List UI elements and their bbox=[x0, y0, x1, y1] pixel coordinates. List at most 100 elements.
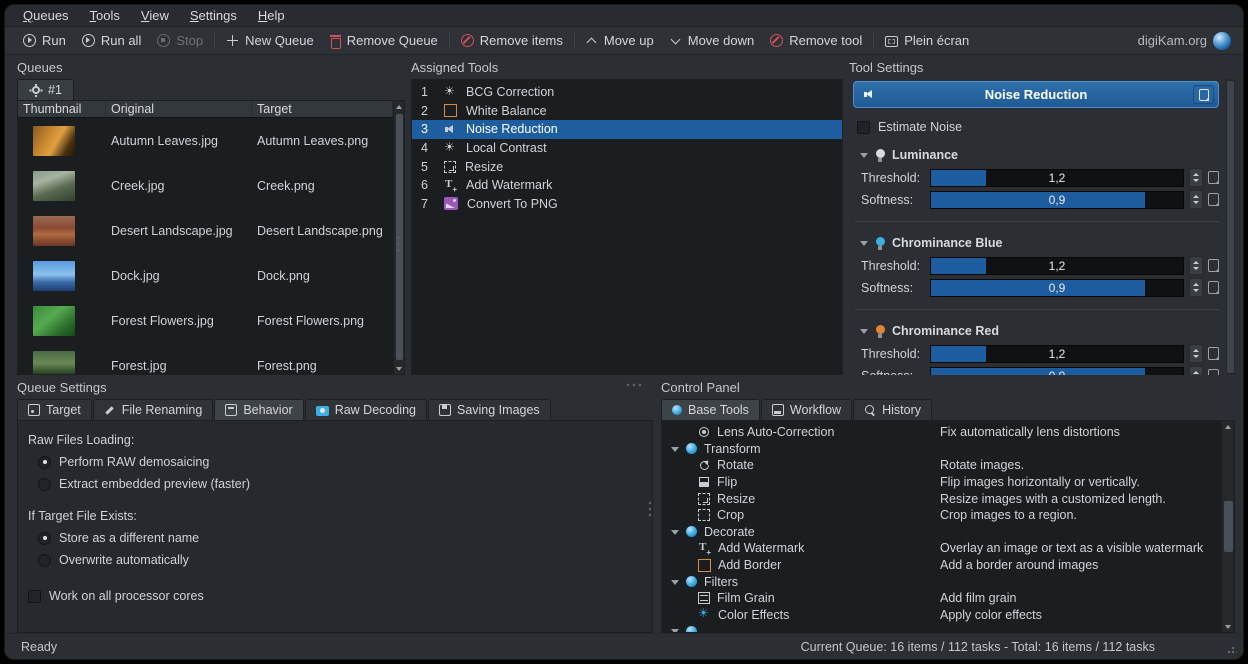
radio-button[interactable] bbox=[38, 478, 51, 491]
spinbox-arrows[interactable] bbox=[1189, 366, 1203, 375]
scrollbar-thumb[interactable] bbox=[1227, 81, 1234, 373]
scroll-up-arrow[interactable] bbox=[394, 101, 404, 112]
radio-button[interactable] bbox=[38, 554, 51, 567]
estimate-noise-row[interactable]: Estimate Noise bbox=[857, 120, 1219, 134]
move-up-button[interactable]: Move up bbox=[578, 27, 662, 54]
assigned-tool-add-watermark[interactable]: 6Add Watermark bbox=[412, 176, 842, 195]
queue-item-row-forest-jpg[interactable]: Forest.jpgForest.png bbox=[18, 343, 393, 374]
new-queue-button[interactable]: New Queue bbox=[218, 27, 322, 54]
estimate-noise-checkbox[interactable] bbox=[857, 121, 870, 134]
assigned-tool-convert-to-png[interactable]: 7Convert To PNG bbox=[412, 195, 842, 214]
radio-button[interactable] bbox=[38, 456, 51, 469]
tool-item-color-effects[interactable]: Color EffectsApply color effects bbox=[662, 607, 1220, 624]
column-header-thumbnail[interactable]: Thumbnail bbox=[18, 101, 106, 117]
scroll-down-arrow[interactable] bbox=[394, 363, 404, 374]
spin-down-icon[interactable] bbox=[1193, 355, 1199, 358]
menu-queues[interactable]: Queues bbox=[23, 8, 69, 23]
spinbox-arrows[interactable] bbox=[1189, 278, 1203, 297]
checkbox[interactable] bbox=[28, 590, 41, 603]
tab-history[interactable]: History bbox=[853, 399, 932, 420]
radio-option-store-as-a-different-name[interactable]: Store as a different name bbox=[28, 527, 652, 549]
tool-item-flip[interactable]: FlipFlip images horizontally or vertical… bbox=[662, 474, 1220, 491]
radio-button[interactable] bbox=[38, 532, 51, 545]
remove-items-button[interactable]: Remove items bbox=[453, 27, 571, 54]
spin-up-icon[interactable] bbox=[1193, 283, 1199, 286]
spinbox-arrows[interactable] bbox=[1189, 344, 1203, 363]
softness-slider[interactable]: 0,9 bbox=[930, 367, 1184, 376]
assigned-tool-white-balance[interactable]: 2White Balance bbox=[412, 102, 842, 121]
assigned-tool-bcg-correction[interactable]: 1BCG Correction bbox=[412, 83, 842, 102]
tool-item-crop[interactable]: CropCrop images to a region. bbox=[662, 507, 1220, 524]
tool-item-add-watermark[interactable]: Add WatermarkOverlay an image or text as… bbox=[662, 540, 1220, 557]
column-header-original[interactable]: Original bbox=[106, 101, 252, 117]
reset-value-icon[interactable] bbox=[1208, 259, 1219, 272]
menu-settings[interactable]: Settings bbox=[190, 8, 237, 23]
reset-tool-settings-button[interactable] bbox=[1193, 85, 1214, 104]
plein-cran-button[interactable]: Plein écran bbox=[877, 27, 977, 54]
assigned-tool-noise-reduction[interactable]: 3Noise Reduction bbox=[412, 120, 842, 139]
spin-down-icon[interactable] bbox=[1193, 179, 1199, 182]
bottom-splitter-grip[interactable] bbox=[648, 500, 652, 518]
queue-item-row-desert-landscape-jpg[interactable]: Desert Landscape.jpgDesert Landscape.png bbox=[18, 208, 393, 253]
section-header-chrominance-red[interactable]: Chrominance Red bbox=[859, 324, 1219, 338]
spin-down-icon[interactable] bbox=[1193, 201, 1199, 204]
spin-up-icon[interactable] bbox=[1193, 173, 1199, 176]
remove-tool-button[interactable]: Remove tool bbox=[762, 27, 870, 54]
brand[interactable]: digiKam.org bbox=[1138, 32, 1231, 50]
run-button[interactable]: Run bbox=[15, 27, 74, 54]
spin-up-icon[interactable] bbox=[1193, 261, 1199, 264]
run-all-button[interactable]: Run all bbox=[74, 27, 149, 54]
move-down-button[interactable]: Move down bbox=[662, 27, 762, 54]
scrollbar-thumb[interactable] bbox=[1224, 501, 1233, 552]
tab-file-renaming[interactable]: File Renaming bbox=[93, 399, 214, 420]
spin-down-icon[interactable] bbox=[1193, 267, 1199, 270]
tool-settings-scrollbar[interactable] bbox=[1226, 79, 1235, 375]
spin-up-icon[interactable] bbox=[1193, 195, 1199, 198]
tab-target[interactable]: Target bbox=[17, 399, 92, 420]
resize-grip[interactable] bbox=[1227, 644, 1237, 654]
horizontal-splitter-grip[interactable] bbox=[625, 383, 643, 387]
scroll-down-arrow[interactable] bbox=[1222, 621, 1234, 632]
spin-up-icon[interactable] bbox=[1193, 371, 1199, 374]
spinbox-arrows[interactable] bbox=[1189, 168, 1203, 187]
checkbox-option-work-on-all-processor-cores[interactable]: Work on all processor cores bbox=[28, 589, 652, 603]
remove-queue-button[interactable]: Remove Queue bbox=[322, 27, 446, 54]
tab-saving-images[interactable]: Saving Images bbox=[428, 399, 551, 420]
tool-group-filters[interactable]: Filters bbox=[662, 573, 1220, 590]
tool-item-add-border[interactable]: Add BorderAdd a border around images bbox=[662, 557, 1220, 574]
softness-slider[interactable]: 0,9 bbox=[930, 279, 1184, 297]
threshold-slider[interactable]: 1,2 bbox=[930, 257, 1184, 275]
reset-value-icon[interactable] bbox=[1208, 193, 1219, 206]
tool-item-film-grain[interactable]: Film GrainAdd film grain bbox=[662, 590, 1220, 607]
menu-tools[interactable]: Tools bbox=[90, 8, 120, 23]
queue-item-row-dock-jpg[interactable]: Dock.jpgDock.png bbox=[18, 253, 393, 298]
reset-value-icon[interactable] bbox=[1208, 347, 1219, 360]
spin-up-icon[interactable] bbox=[1193, 349, 1199, 352]
tab-base-tools[interactable]: Base Tools bbox=[661, 399, 760, 420]
softness-slider[interactable]: 0,9 bbox=[930, 191, 1184, 209]
spinbox-arrows[interactable] bbox=[1189, 190, 1203, 209]
tool-item-lens-auto-correction[interactable]: Lens Auto-CorrectionFix automatically le… bbox=[662, 424, 1220, 441]
column-header-target[interactable]: Target bbox=[252, 101, 393, 117]
tool-group-x[interactable] bbox=[662, 623, 1220, 633]
queue-item-row-creek-jpg[interactable]: Creek.jpgCreek.png bbox=[18, 163, 393, 208]
tab-workflow[interactable]: Workflow bbox=[761, 399, 852, 420]
reset-value-icon[interactable] bbox=[1208, 171, 1219, 184]
control-panel-scrollbar[interactable] bbox=[1221, 421, 1234, 632]
assigned-tool-resize[interactable]: 5Resize bbox=[412, 157, 842, 176]
tool-group-decorate[interactable]: Decorate bbox=[662, 524, 1220, 541]
assigned-tool-local-contrast[interactable]: 4Local Contrast bbox=[412, 139, 842, 158]
reset-value-icon[interactable] bbox=[1208, 369, 1219, 375]
tool-group-transform[interactable]: Transform bbox=[662, 441, 1220, 458]
spin-down-icon[interactable] bbox=[1193, 289, 1199, 292]
radio-option-extract-embedded-preview-faster[interactable]: Extract embedded preview (faster) bbox=[28, 473, 652, 495]
queue-item-row-autumn-leaves-jpg[interactable]: Autumn Leaves.jpgAutumn Leaves.png bbox=[18, 118, 393, 163]
radio-option-perform-raw-demosaicing[interactable]: Perform RAW demosaicing bbox=[28, 451, 652, 473]
queue-tab-1[interactable]: #1 bbox=[17, 79, 74, 100]
threshold-slider[interactable]: 1,2 bbox=[930, 345, 1184, 363]
scroll-up-arrow[interactable] bbox=[1222, 421, 1234, 432]
section-header-chrominance-blue[interactable]: Chrominance Blue bbox=[859, 236, 1219, 250]
spinbox-arrows[interactable] bbox=[1189, 256, 1203, 275]
tab-behavior[interactable]: Behavior bbox=[214, 399, 303, 420]
tab-raw-decoding[interactable]: Raw Decoding bbox=[305, 399, 427, 420]
